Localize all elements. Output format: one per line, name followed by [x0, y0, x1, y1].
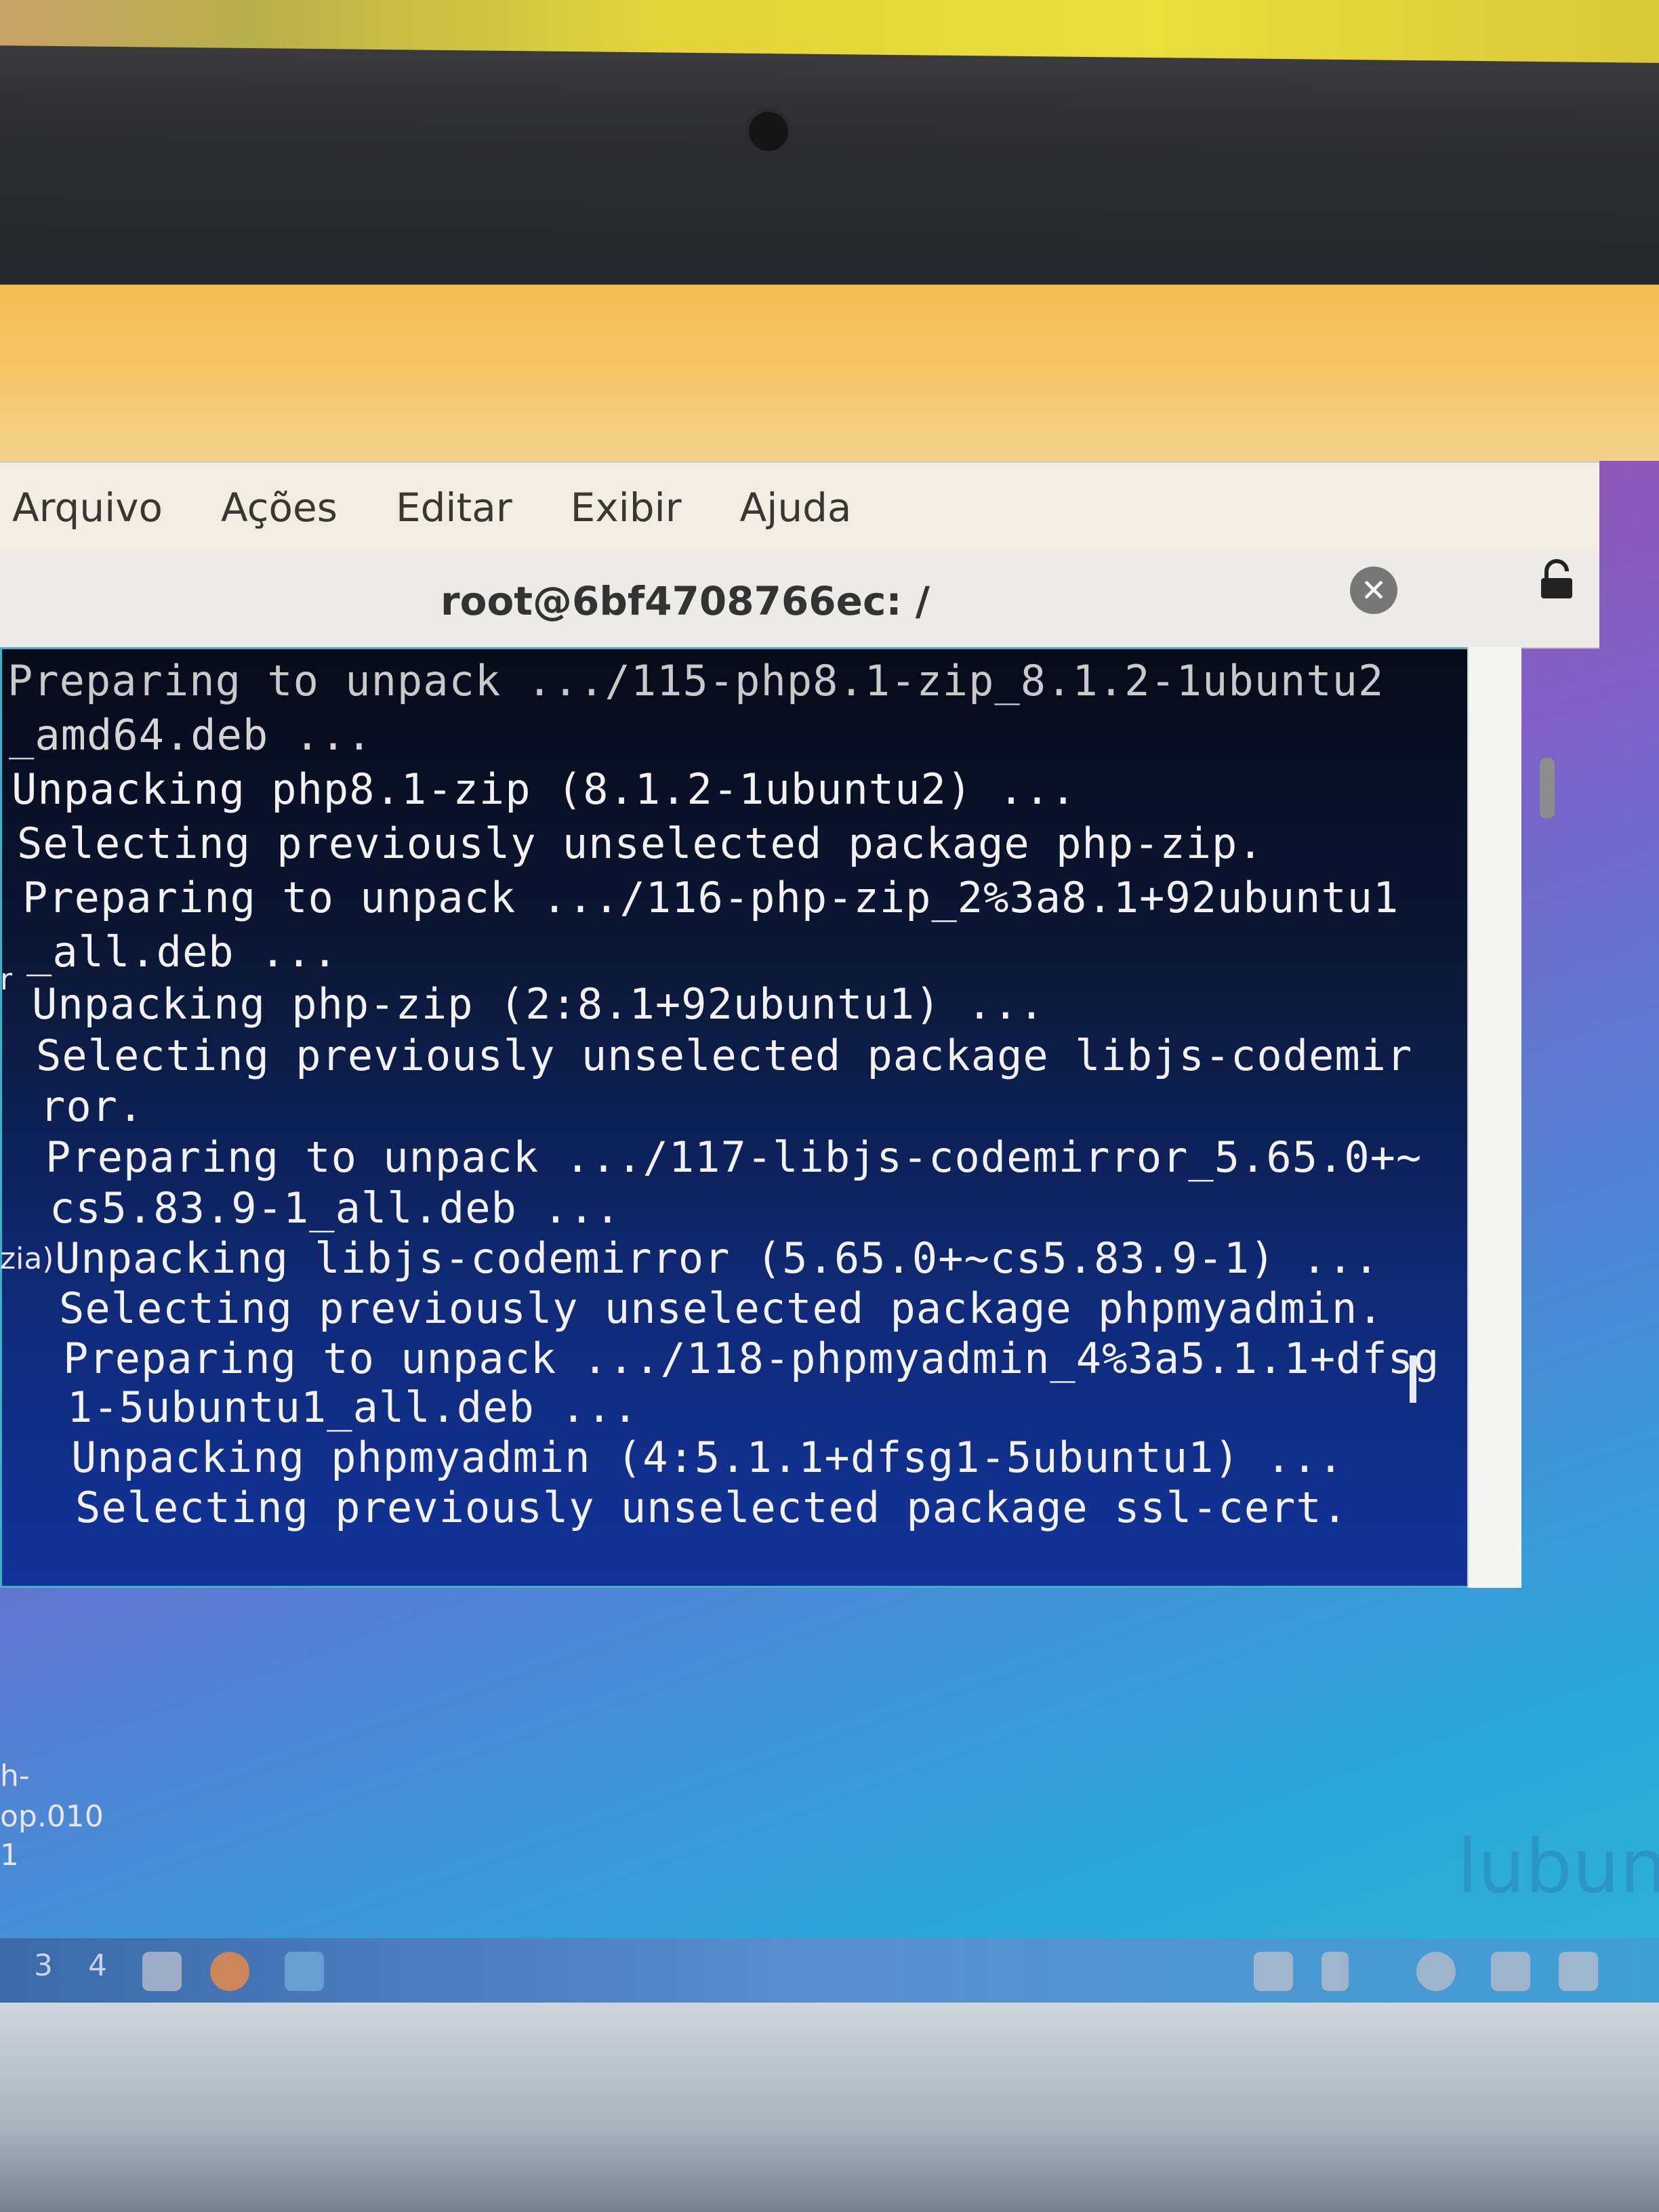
lubuntu-wallpaper-logo: lubun — [1457, 1823, 1659, 1910]
menu-item-exibir[interactable]: Exibir — [571, 485, 682, 531]
terminal-line: Selecting previously unselected package … — [36, 1031, 1413, 1080]
terminal-line: Preparing to unpack .../117-libjs-codemi… — [45, 1132, 1422, 1182]
menu-item-acoes[interactable]: Ações — [221, 485, 337, 531]
terminal-tab-title[interactable]: root@6bf4708766ec: / — [441, 578, 930, 624]
clipboard-icon[interactable] — [1491, 1952, 1530, 1991]
firefox-icon[interactable] — [210, 1952, 249, 1991]
desktop-icon-label[interactable]: 1 — [0, 1838, 19, 1872]
terminal-line: Preparing to unpack .../118-phpmyadmin_4… — [63, 1334, 1440, 1383]
terminal-line: cs5.83.9-1_all.deb ... — [49, 1183, 621, 1233]
menu-item-arquivo[interactable]: Arquivo — [12, 485, 163, 531]
terminal-line: ror. — [40, 1082, 144, 1131]
terminal-line: Unpacking phpmyadmin (4:5.1.1+dfsg1-5ubu… — [71, 1433, 1345, 1482]
terminal-scrollbar[interactable] — [1467, 647, 1521, 1588]
terminal-line: _amd64.deb ... — [9, 710, 373, 760]
terminal-scrollbar-thumb[interactable] — [1540, 758, 1555, 819]
terminal-line: Unpacking php8.1-zip (8.1.2-1ubuntu2) ..… — [12, 764, 1077, 814]
terminal-line: 1-5ubuntu1_all.deb ... — [67, 1382, 639, 1432]
terminal-output[interactable]: Preparing to unpack .../115-php8.1-zip_8… — [0, 647, 1521, 1588]
terminal-taskbar-icon[interactable] — [285, 1952, 324, 1991]
workspace-switcher-3[interactable]: 3 — [34, 1948, 53, 1983]
terminal-line: Preparing to unpack .../115-php8.1-zip_8… — [7, 656, 1385, 705]
terminal-line: _all.deb ... — [26, 927, 338, 977]
laptop-bezel-top — [0, 45, 1659, 321]
menu-bar: Arquivo Ações Editar Exibir Ajuda — [0, 461, 1599, 552]
terminal-line: Selecting previously unselected package … — [59, 1284, 1384, 1333]
terminal-line: Selecting previously unselected package … — [75, 1483, 1349, 1532]
settings-icon[interactable] — [1416, 1952, 1456, 1991]
lock-icon[interactable] — [1538, 559, 1575, 600]
desktop-icon-label[interactable]: zia) — [0, 1242, 54, 1276]
laptop-bezel-bottom — [0, 2003, 1659, 2212]
menu-item-ajuda[interactable]: Ajuda — [740, 485, 852, 531]
workspace-switcher-4[interactable]: 4 — [88, 1948, 107, 1983]
menu-item-editar[interactable]: Editar — [396, 485, 512, 531]
volume-icon[interactable] — [1322, 1952, 1349, 1991]
desktop-icon-label[interactable]: r — [0, 962, 12, 997]
file-manager-icon[interactable] — [142, 1952, 182, 1991]
mouse-ibeam-cursor — [1410, 1355, 1416, 1403]
terminal-line: Unpacking php-zip (2:8.1+92ubuntu1) ... — [32, 979, 1045, 1029]
display-icon[interactable] — [1559, 1952, 1598, 1991]
close-tab-button[interactable]: ✕ — [1350, 567, 1397, 614]
window-behind — [0, 285, 1659, 461]
terminal-line: Unpacking libjs-codemirror (5.65.0+~cs5.… — [55, 1233, 1380, 1283]
terminal-line: Selecting previously unselected package … — [17, 819, 1264, 868]
terminal-lines: Preparing to unpack .../115-php8.1-zip_8… — [2, 649, 1519, 1586]
desktop-icon-label[interactable]: h- — [0, 1759, 30, 1793]
desktop-icon-label[interactable]: op.010 — [0, 1799, 104, 1834]
network-icon[interactable] — [1254, 1952, 1293, 1991]
webcam — [749, 112, 788, 151]
terminal-line: Preparing to unpack .../116-php-zip_2%3a… — [22, 873, 1399, 922]
